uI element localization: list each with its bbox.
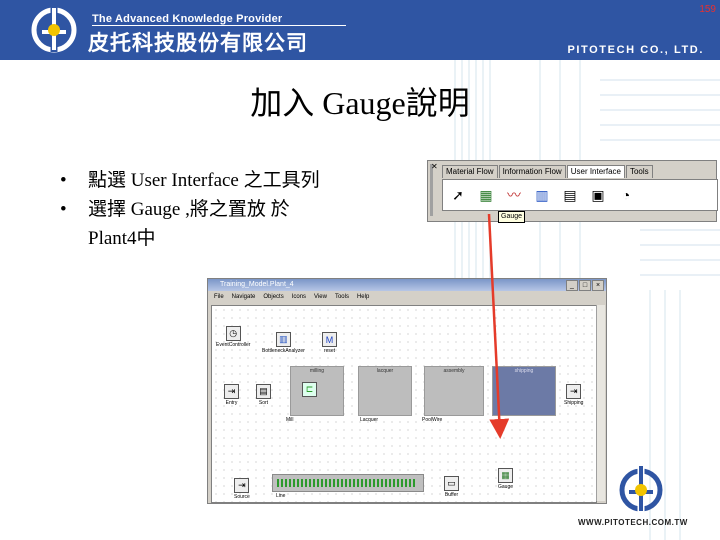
red-arrow [487, 213, 510, 439]
footer-logo [619, 465, 663, 512]
footer-website[interactable]: WWW.PITOTECH.COM.TW [578, 518, 688, 527]
